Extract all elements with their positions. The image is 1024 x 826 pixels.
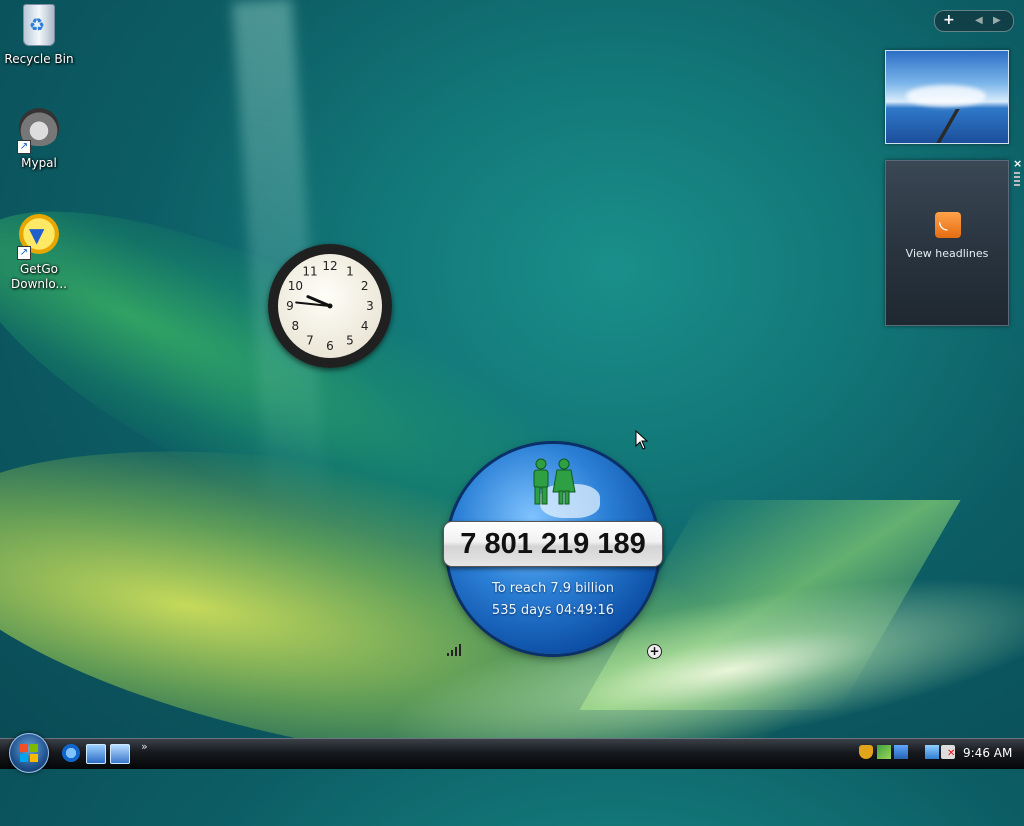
signal-bars-icon[interactable] xyxy=(447,644,461,656)
shortcut-arrow-icon: ↗ xyxy=(17,140,31,154)
clock-number: 6 xyxy=(326,339,334,353)
mypal-raccoon-icon: ↗ xyxy=(17,108,61,154)
quick-launch-more-button[interactable]: » xyxy=(141,740,148,753)
desktop-icon-mypal[interactable]: ↗ Mypal xyxy=(1,108,77,171)
slideshow-cloud xyxy=(906,85,986,107)
desktop-icon-getgo[interactable]: ↗ GetGo Downlo... xyxy=(1,214,77,292)
clock-number: 5 xyxy=(346,334,354,348)
clock-number: 11 xyxy=(302,264,317,278)
desktop-icon-recycle-bin[interactable]: Recycle Bin xyxy=(1,4,77,67)
next-page-button[interactable]: ▶ xyxy=(993,15,1001,26)
shortcut-arrow-icon: ↗ xyxy=(17,246,31,260)
clock-face: 12 1 2 3 4 5 6 7 8 9 10 11 xyxy=(278,254,382,358)
view-headlines-link[interactable]: View headlines xyxy=(886,247,1008,260)
add-gadget-button[interactable]: + xyxy=(943,12,955,28)
switch-windows-icon[interactable] xyxy=(110,744,130,764)
windows-logo-icon xyxy=(20,744,38,762)
mouse-cursor-icon xyxy=(635,430,649,450)
app-tray-icon[interactable] xyxy=(894,745,908,759)
countdown-text: 535 days 04:49:16 xyxy=(491,603,615,618)
desktop-icon-label: Recycle Bin xyxy=(4,52,74,66)
system-tray: 9:46 AM xyxy=(853,739,1024,768)
start-button[interactable] xyxy=(9,733,49,773)
sidebar-controls: + ◀ ▶ xyxy=(934,10,1014,32)
gadget-drag-handle[interactable] xyxy=(1014,172,1020,188)
security-shield-icon[interactable] xyxy=(859,745,873,759)
clock-number: 4 xyxy=(361,319,369,333)
rss-feed-icon xyxy=(935,209,961,238)
slideshow-gadget[interactable] xyxy=(885,50,1009,144)
options-plus-icon[interactable]: + xyxy=(647,644,662,659)
clock-number: 12 xyxy=(322,259,337,273)
getgo-download-icon: ↗ xyxy=(17,214,61,260)
taskbar-clock[interactable]: 9:46 AM xyxy=(963,746,1012,760)
feed-headlines-gadget[interactable]: View headlines xyxy=(885,160,1009,326)
desktop-icon-label: Mypal xyxy=(21,156,57,170)
clock-number: 9 xyxy=(286,299,294,313)
recycle-bin-icon xyxy=(17,4,61,48)
clock-dial: 12 12 3 45678 9 1011 xyxy=(286,259,374,353)
people-icon xyxy=(533,458,576,505)
previous-page-button[interactable]: ◀ xyxy=(975,15,983,26)
internet-explorer-icon[interactable] xyxy=(62,744,80,762)
clock-number: 1 xyxy=(346,264,354,278)
network-icon[interactable] xyxy=(925,745,939,759)
clock-gadget[interactable]: 12 1 2 3 4 5 6 7 8 9 10 11 xyxy=(268,244,392,368)
clock-number: 8 xyxy=(292,319,300,333)
volume-muted-icon[interactable] xyxy=(941,745,955,759)
clock-number: 7 xyxy=(306,334,314,348)
show-desktop-icon[interactable] xyxy=(86,744,106,764)
clock-number: 3 xyxy=(366,299,374,313)
desktop-icon-label: GetGo Downlo... xyxy=(11,262,67,291)
gadget-close-button[interactable]: × xyxy=(1013,157,1022,170)
windows-update-icon[interactable] xyxy=(877,745,891,759)
clock-number: 2 xyxy=(361,279,369,293)
clock-center-pin xyxy=(327,303,333,309)
clock-number: 10 xyxy=(288,279,303,293)
slideshow-pier xyxy=(936,109,960,143)
population-counter: 7 801 219 189 xyxy=(443,521,663,567)
target-text: To reach 7.9 billion xyxy=(491,581,615,596)
